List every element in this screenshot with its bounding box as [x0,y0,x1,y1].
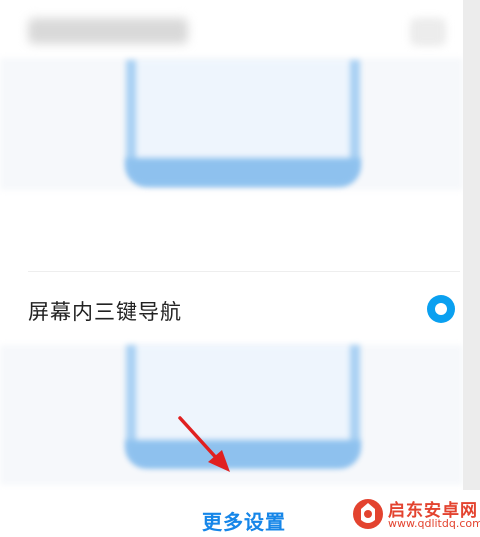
more-settings-button[interactable]: 更多设置 [202,506,286,535]
blurred-option-title [28,18,188,44]
radio-selected-icon[interactable] [427,295,455,323]
red-arrow-icon [178,416,230,472]
option-label: 屏幕内三键导航 [28,300,182,324]
three-key-preview-bar [126,440,360,468]
gesture-preview-bar [126,158,360,186]
blurred-radio-icon [410,18,446,46]
three-key-nav-option[interactable]: 屏幕内三键导航 [0,272,463,344]
right-edge-strip [463,0,480,537]
watermark: 启东安卓网 www.qdlitdq.com [352,494,480,537]
watermark-logo-icon [353,499,383,529]
watermark-url: www.qdlitdq.com [388,517,480,530]
